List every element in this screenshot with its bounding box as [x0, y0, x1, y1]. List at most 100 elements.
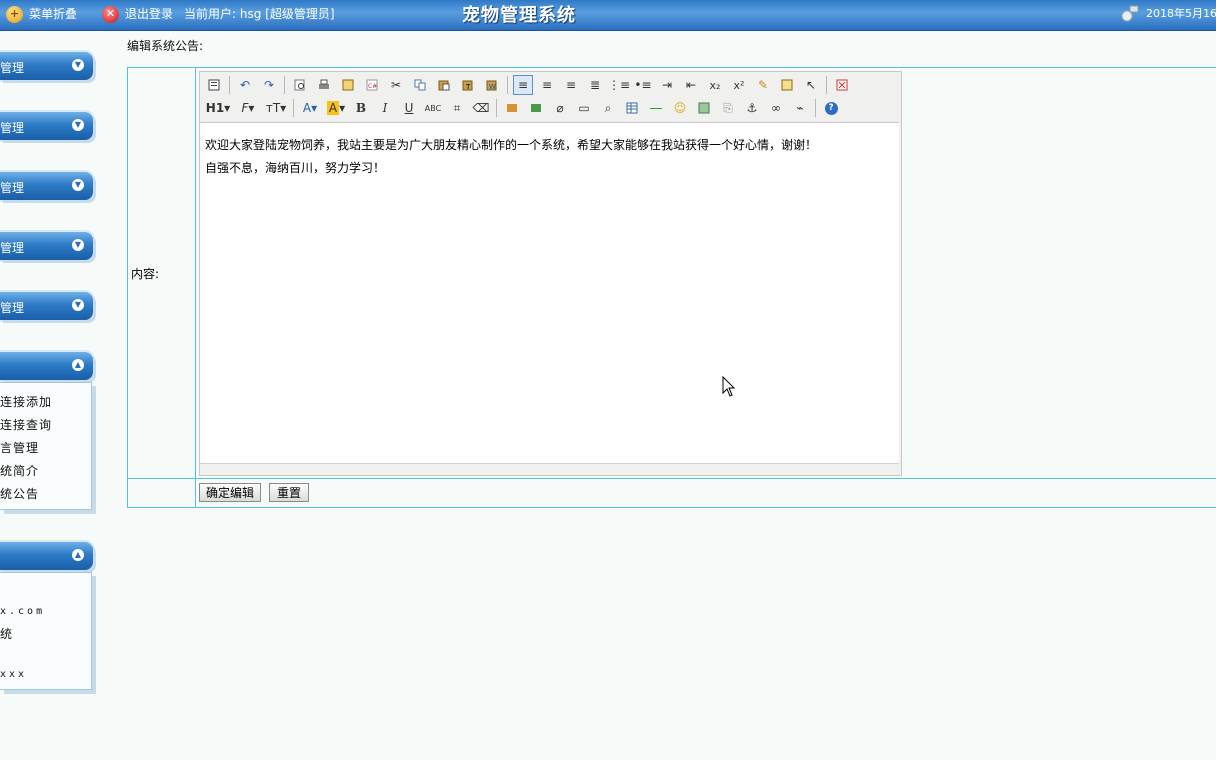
table-grid-icon[interactable]: ⌗: [447, 98, 467, 118]
table-icon[interactable]: [622, 98, 642, 118]
source-icon[interactable]: [204, 75, 224, 95]
chevron-up-icon: ▲: [72, 549, 84, 561]
content-label-cell: 内容:: [128, 68, 196, 479]
editor-line-2: 自强不息，海纳百川，努力学习！: [205, 161, 386, 175]
chevron-down-icon: ▼: [72, 299, 84, 311]
sidebar-group-info[interactable]: ▲: [0, 542, 93, 570]
underline-icon[interactable]: U: [399, 98, 419, 118]
unlink-icon[interactable]: ⌁: [790, 98, 810, 118]
chevron-down-icon: ▼: [72, 119, 84, 131]
media-icon[interactable]: ▭: [574, 98, 594, 118]
sidebar-item-message[interactable]: 言管理: [0, 439, 39, 456]
eraser-icon[interactable]: ⌫: [471, 98, 491, 118]
chevron-down-icon: ▼: [72, 179, 84, 191]
picture-icon[interactable]: [694, 98, 714, 118]
info-line-website: x.com: [0, 606, 46, 617]
button-cell: 确定编辑 重置: [196, 479, 1216, 507]
editor-line-1: 欢迎大家登陆宠物饲养，我站主要是为广大朋友精心制作的一个系统，希望大家能够在我站…: [205, 138, 818, 152]
emoticon-icon[interactable]: ☺: [670, 98, 690, 118]
menu-toggle-button[interactable]: + 菜单折叠: [6, 5, 77, 23]
help-icon[interactable]: ?: [821, 98, 841, 118]
editor-resize-handle[interactable]: [200, 463, 899, 475]
strikethrough-icon[interactable]: ABC: [423, 98, 443, 118]
paste-icon[interactable]: [434, 75, 454, 95]
date-area: 2018年5月16日: [1120, 3, 1216, 23]
page-break-icon[interactable]: ⎘: [718, 98, 738, 118]
editor-content-area[interactable]: 欢迎大家登陆宠物饲养，我站主要是为广大朋友精心制作的一个系统，希望大家能够在我站…: [200, 122, 899, 463]
current-user: 当前用户: hsg [超级管理员]: [184, 7, 335, 21]
superscript-icon[interactable]: x²: [729, 75, 749, 95]
svg-text:W: W: [489, 83, 496, 91]
outdent-icon[interactable]: ⇤: [681, 75, 701, 95]
italic-icon[interactable]: I: [375, 98, 395, 118]
multi-image-icon[interactable]: [526, 98, 546, 118]
paste-text-icon[interactable]: T: [458, 75, 478, 95]
empty-cell: [128, 479, 196, 507]
attachment-icon[interactable]: ⌕: [598, 98, 618, 118]
indent-icon[interactable]: ⇥: [657, 75, 677, 95]
sidebar-item-link-add[interactable]: 连接添加: [0, 393, 52, 410]
highlight-color-icon[interactable]: A ▾: [325, 98, 347, 118]
clear-format-icon[interactable]: ✎: [753, 75, 773, 95]
unordered-list-icon[interactable]: •≡: [633, 75, 653, 95]
anchor-icon[interactable]: ⚓: [742, 98, 762, 118]
section-title: 编辑系统公告:: [127, 39, 204, 53]
sidebar-group-4[interactable]: 管理 ▼: [0, 232, 93, 260]
sidebar-group-label: 管理: [0, 181, 25, 195]
font-size-icon[interactable]: тT▾: [264, 98, 288, 118]
bold-icon[interactable]: B: [351, 98, 371, 118]
sidebar-group-5[interactable]: 管理 ▼: [0, 292, 93, 320]
align-left-icon[interactable]: ≡: [513, 75, 533, 95]
heading-icon[interactable]: H1▾: [204, 98, 232, 118]
reset-button[interactable]: 重置: [269, 483, 309, 502]
ordered-list-icon[interactable]: ⋮≡: [608, 75, 630, 95]
sidebar-item-notice[interactable]: 统公告: [0, 485, 39, 502]
font-color-icon[interactable]: A▾: [299, 98, 321, 118]
copy-icon[interactable]: [410, 75, 430, 95]
subscript-icon[interactable]: x₂: [705, 75, 725, 95]
sidebar-submenu: 连接添加 连接查询 言管理 统简介 统公告: [0, 382, 92, 510]
sidebar-group-2[interactable]: 管理 ▼: [0, 112, 93, 140]
sidebar-group-label: 管理: [0, 301, 25, 315]
flash-icon[interactable]: ⌀: [550, 98, 570, 118]
image-insert-icon[interactable]: [502, 98, 522, 118]
horizontal-rule-icon[interactable]: ―: [646, 98, 666, 118]
logout-label: 退出登录: [125, 7, 174, 21]
user-key-icon: [1121, 5, 1139, 22]
content-label: 内容:: [131, 267, 160, 281]
sidebar-group-label: 管理: [0, 61, 25, 75]
sidebar-item-link-query[interactable]: 连接查询: [0, 416, 52, 433]
align-right-icon[interactable]: ≡: [561, 75, 581, 95]
submit-edit-button[interactable]: 确定编辑: [199, 483, 261, 502]
menu-toggle-icon: +: [6, 5, 23, 23]
info-line-system: 统: [0, 627, 14, 641]
print-icon[interactable]: [314, 75, 334, 95]
menu-toggle-label: 菜单折叠: [29, 7, 78, 21]
sidebar-group-3[interactable]: 管理 ▼: [0, 172, 93, 200]
chevron-down-icon: ▼: [72, 59, 84, 71]
pointer-icon[interactable]: ↖: [801, 75, 821, 95]
date-text: 2018年5月16日: [1146, 7, 1216, 20]
undo-icon[interactable]: ↶: [235, 75, 255, 95]
redo-icon[interactable]: ↷: [259, 75, 279, 95]
fullscreen-icon[interactable]: [832, 75, 852, 95]
paste-word-icon[interactable]: W: [482, 75, 502, 95]
mouse-cursor-icon: [722, 376, 736, 397]
sidebar-group-system[interactable]: ▲: [0, 352, 93, 380]
sidebar-group-1[interactable]: 管理 ▼: [0, 52, 93, 80]
cut-icon[interactable]: ✂: [386, 75, 406, 95]
align-center-icon[interactable]: ≡: [537, 75, 557, 95]
link-icon[interactable]: ∞: [766, 98, 786, 118]
code-icon[interactable]: C#: [362, 75, 382, 95]
font-family-icon[interactable]: F▾: [236, 98, 260, 118]
logout-button[interactable]: ✕ 退出登录: [102, 5, 173, 23]
align-justify-icon[interactable]: ≣: [585, 75, 605, 95]
sidebar-group-label: 管理: [0, 121, 25, 135]
template-icon[interactable]: [338, 75, 358, 95]
sidebar-item-intro[interactable]: 统简介: [0, 462, 39, 479]
editor-toolbar: ↶ ↷ C# ✂ T W ≡ ≡ ≡ ≣ ⋮≡ •≡ ⇥ ⇤ x₂ x² ✎ ↖: [200, 72, 901, 122]
logout-icon: ✕: [102, 5, 119, 23]
preview-icon[interactable]: [290, 75, 310, 95]
select-all-icon[interactable]: [777, 75, 797, 95]
chevron-up-icon: ▲: [72, 359, 84, 371]
